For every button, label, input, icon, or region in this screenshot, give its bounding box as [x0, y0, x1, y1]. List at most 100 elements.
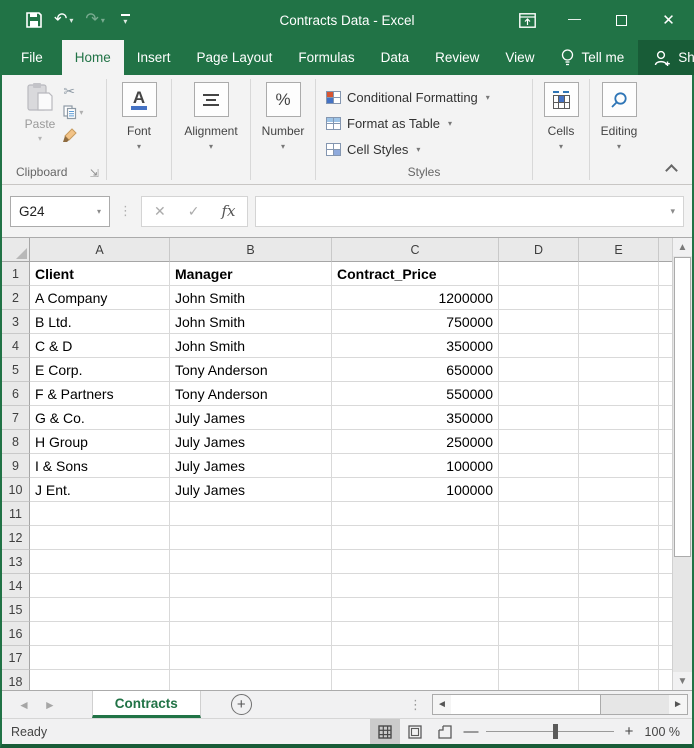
tab-home[interactable]: Home	[62, 40, 124, 75]
cell-D8[interactable]	[499, 430, 579, 454]
add-sheet-button[interactable]: +	[231, 694, 252, 715]
cell-C13[interactable]	[332, 550, 499, 574]
cell-E18[interactable]	[579, 670, 659, 690]
sheet-nav-left-icon[interactable]: ◄	[18, 698, 30, 712]
cell-D16[interactable]	[499, 622, 579, 646]
cell-E9[interactable]	[579, 454, 659, 478]
column-header-A[interactable]: A	[30, 238, 170, 262]
cell-B14[interactable]	[170, 574, 332, 598]
cell-C5[interactable]: 650000	[332, 358, 499, 382]
row-header-5[interactable]: 5	[2, 358, 30, 382]
cell-B10[interactable]: July James	[170, 478, 332, 502]
column-header-B[interactable]: B	[170, 238, 332, 262]
row-header-9[interactable]: 9	[2, 454, 30, 478]
name-box[interactable]: G24 ▾	[10, 196, 110, 227]
format-as-table-button[interactable]: Format as Table ▾	[326, 110, 532, 136]
tab-data[interactable]: Data	[368, 40, 423, 75]
vertical-scrollbar[interactable]: ▲ ▼	[672, 238, 692, 690]
ribbon-display-options-button[interactable]	[504, 0, 551, 40]
cells-group-button[interactable]: Cells ▾	[533, 75, 589, 184]
cell-E8[interactable]	[579, 430, 659, 454]
tab-insert[interactable]: Insert	[124, 40, 184, 75]
cell-D5[interactable]	[499, 358, 579, 382]
cell-D1[interactable]	[499, 262, 579, 286]
cell-C1[interactable]: Contract_Price	[332, 262, 499, 286]
cell-E16[interactable]	[579, 622, 659, 646]
cell-E14[interactable]	[579, 574, 659, 598]
row-header-16[interactable]: 16	[2, 622, 30, 646]
scroll-right-icon[interactable]: ►	[669, 695, 687, 714]
share-button[interactable]: Share	[638, 40, 694, 75]
cell-B9[interactable]: July James	[170, 454, 332, 478]
tab-bar-grip-icon[interactable]: ⋮	[409, 697, 432, 713]
row-header-18[interactable]: 18	[2, 670, 30, 690]
vertical-scroll-thumb[interactable]	[674, 257, 691, 557]
cell-A4[interactable]: C & D	[30, 334, 170, 358]
tab-formulas[interactable]: Formulas	[285, 40, 367, 75]
zoom-in-icon[interactable]: +	[618, 723, 640, 740]
cell-A2[interactable]: A Company	[30, 286, 170, 310]
cell-C15[interactable]	[332, 598, 499, 622]
undo-button[interactable]: ↶ ▾	[50, 10, 77, 30]
cell-styles-button[interactable]: Cell Styles ▾	[326, 136, 532, 162]
row-header-4[interactable]: 4	[2, 334, 30, 358]
cell-D9[interactable]	[499, 454, 579, 478]
cell-B13[interactable]	[170, 550, 332, 574]
cell-D17[interactable]	[499, 646, 579, 670]
row-header-6[interactable]: 6	[2, 382, 30, 406]
row-header-12[interactable]: 12	[2, 526, 30, 550]
row-header-8[interactable]: 8	[2, 430, 30, 454]
cell-A3[interactable]: B Ltd.	[30, 310, 170, 334]
cell-B15[interactable]	[170, 598, 332, 622]
cell-D7[interactable]	[499, 406, 579, 430]
cell-D12[interactable]	[499, 526, 579, 550]
scroll-down-icon[interactable]: ▼	[673, 672, 692, 690]
formula-input[interactable]: ▾	[255, 196, 684, 227]
cell-E2[interactable]	[579, 286, 659, 310]
horizontal-scrollbar[interactable]: ◄ ►	[432, 694, 688, 715]
cancel-icon[interactable]: ✕	[154, 203, 166, 220]
cell-B4[interactable]: John Smith	[170, 334, 332, 358]
cell-A16[interactable]	[30, 622, 170, 646]
cell-C6[interactable]: 550000	[332, 382, 499, 406]
zoom-level[interactable]: 100 %	[640, 725, 692, 739]
paste-caret-icon[interactable]: ▾	[38, 134, 42, 143]
row-header-3[interactable]: 3	[2, 310, 30, 334]
cell-E5[interactable]	[579, 358, 659, 382]
cell-A17[interactable]	[30, 646, 170, 670]
cell-A12[interactable]	[30, 526, 170, 550]
cell-E17[interactable]	[579, 646, 659, 670]
cell-D11[interactable]	[499, 502, 579, 526]
cell-C14[interactable]	[332, 574, 499, 598]
zoom-slider[interactable]	[486, 731, 614, 732]
cell-A15[interactable]	[30, 598, 170, 622]
clipboard-dialog-launcher-icon[interactable]: ⇲	[90, 167, 99, 180]
tab-view[interactable]: View	[492, 40, 547, 75]
copy-button[interactable]: ▾	[63, 105, 83, 120]
cell-A14[interactable]	[30, 574, 170, 598]
tab-review[interactable]: Review	[422, 40, 492, 75]
cell-B3[interactable]: John Smith	[170, 310, 332, 334]
horizontal-scroll-thumb[interactable]	[451, 695, 601, 714]
cell-A8[interactable]: H Group	[30, 430, 170, 454]
cell-C17[interactable]	[332, 646, 499, 670]
vertical-scroll-track[interactable]	[673, 256, 692, 672]
cell-C2[interactable]: 1200000	[332, 286, 499, 310]
cell-C11[interactable]	[332, 502, 499, 526]
cell-B11[interactable]	[170, 502, 332, 526]
zoom-out-icon[interactable]: —	[460, 723, 482, 740]
scroll-left-icon[interactable]: ◄	[433, 695, 451, 714]
cell-D4[interactable]	[499, 334, 579, 358]
redo-button[interactable]: ↷ ▾	[81, 10, 108, 30]
cell-D15[interactable]	[499, 598, 579, 622]
editing-group-button[interactable]: Editing ▾	[590, 75, 648, 184]
cell-E7[interactable]	[579, 406, 659, 430]
row-header-7[interactable]: 7	[2, 406, 30, 430]
cell-A11[interactable]	[30, 502, 170, 526]
cell-E4[interactable]	[579, 334, 659, 358]
enter-icon[interactable]: ✓	[188, 203, 200, 220]
cell-D6[interactable]	[499, 382, 579, 406]
cell-D13[interactable]	[499, 550, 579, 574]
cell-D14[interactable]	[499, 574, 579, 598]
cell-B7[interactable]: July James	[170, 406, 332, 430]
